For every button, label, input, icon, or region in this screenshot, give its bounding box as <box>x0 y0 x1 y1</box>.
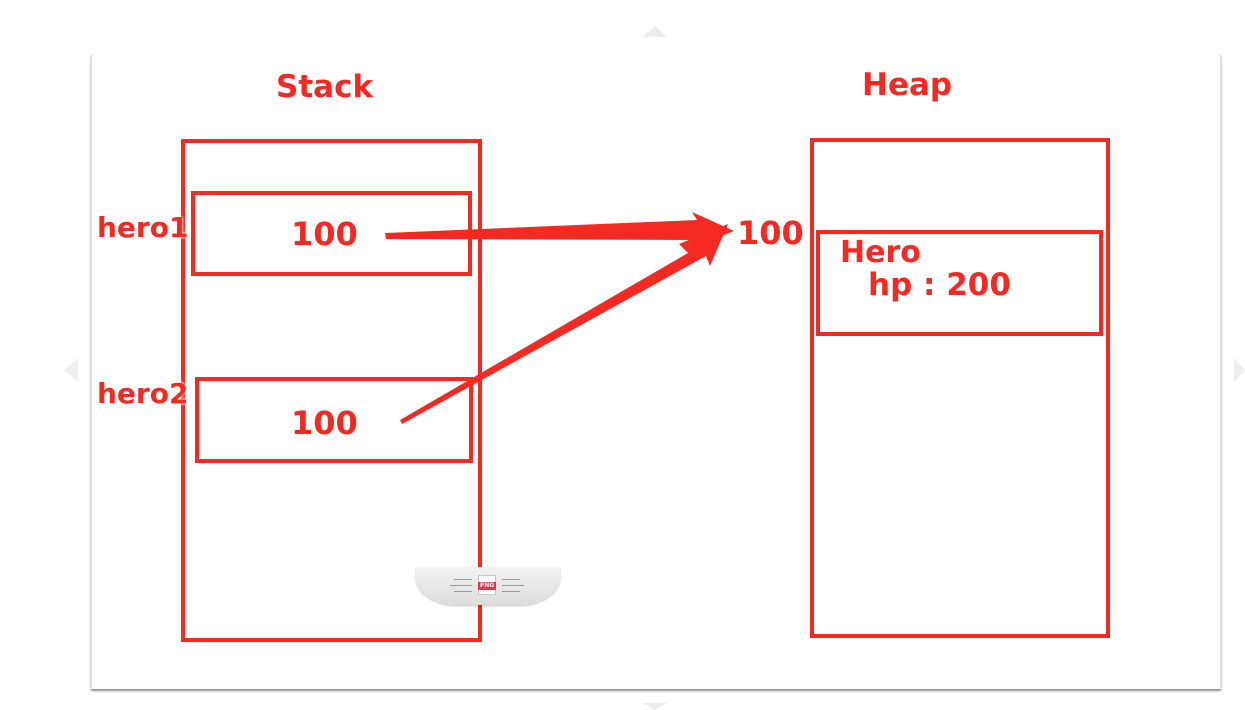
png-badge-label: PNG <box>478 582 496 590</box>
tab-line <box>454 591 472 592</box>
nav-down-arrow-icon[interactable] <box>643 703 667 710</box>
heap-title: Heap <box>862 67 953 103</box>
heap-region <box>810 138 1110 638</box>
heap-address-label: 100 <box>737 214 804 252</box>
stack-title: Stack <box>276 69 374 105</box>
nav-right-arrow-icon[interactable] <box>1234 358 1245 382</box>
tab-line <box>450 585 472 586</box>
object-class-name: Hero <box>840 235 921 270</box>
png-attachment-tab[interactable]: PNG <box>416 567 560 605</box>
tab-line <box>502 591 520 592</box>
object-field-hp: hp : 200 <box>868 267 1011 303</box>
stack-value-hero2: 100 <box>291 404 358 442</box>
png-file-icon: PNG <box>478 575 496 595</box>
nav-up-arrow-icon[interactable] <box>643 26 667 37</box>
var-label-hero1: hero1 <box>97 211 189 244</box>
var-label-hero2: hero2 <box>97 377 189 410</box>
nav-left-arrow-icon[interactable] <box>64 358 78 382</box>
tab-line <box>454 579 472 580</box>
tab-line <box>502 585 524 586</box>
tab-line <box>502 579 520 580</box>
stack-value-hero1: 100 <box>291 215 358 253</box>
